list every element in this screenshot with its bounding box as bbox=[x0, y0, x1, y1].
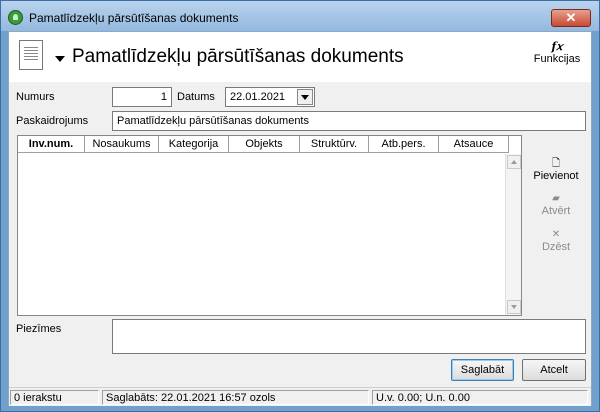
functions-button[interactable]: f𝑥 Funkcijas bbox=[527, 40, 587, 65]
column-header[interactable]: Atb.pers. bbox=[369, 136, 439, 153]
chevron-down-icon[interactable] bbox=[55, 56, 65, 62]
close-button[interactable]: ✕ bbox=[551, 9, 591, 27]
document-icon bbox=[19, 40, 43, 70]
document-header: Pamatlīdzekļu pārsūtīšanas dokuments f𝑥 … bbox=[9, 32, 591, 82]
folder-icon: ▰ bbox=[552, 193, 560, 204]
page-title: Pamatlīdzekļu pārsūtīšanas dokuments bbox=[72, 46, 404, 67]
cancel-button[interactable]: Atcelt bbox=[522, 359, 586, 381]
notes-field[interactable] bbox=[112, 319, 586, 354]
add-button[interactable]: 🗋 Pievienot bbox=[526, 158, 586, 182]
date-dropdown-button[interactable] bbox=[297, 89, 313, 105]
close-icon: ✕ bbox=[551, 229, 561, 240]
date-label: Datums bbox=[177, 91, 215, 103]
table-header: Inv.num. Nosaukums Kategorija Objekts St… bbox=[18, 136, 509, 153]
number-field[interactable]: 1 bbox=[112, 87, 172, 107]
application-window: Pamatlīdzekļu pārsūtīšanas dokuments ✕ P… bbox=[0, 0, 600, 412]
column-header[interactable]: Atsauce bbox=[439, 136, 509, 153]
record-count: 0 ierakstu bbox=[10, 390, 99, 405]
column-header[interactable]: Objekts bbox=[229, 136, 300, 153]
fx-icon: f𝑥 bbox=[551, 40, 563, 53]
notes-label: Piezīmes bbox=[16, 323, 62, 335]
column-header[interactable]: Struktūrv. bbox=[300, 136, 369, 153]
totals-info: U.v. 0.00; U.n. 0.00 bbox=[372, 390, 588, 405]
description-field[interactable]: Pamatlīdzekļu pārsūtīšanas dokuments bbox=[112, 111, 586, 131]
column-header[interactable]: Nosaukums bbox=[85, 136, 159, 153]
open-button[interactable]: ▰ Atvērt bbox=[526, 193, 586, 217]
scroll-up-button[interactable] bbox=[507, 155, 521, 169]
delete-label: Dzēst bbox=[541, 241, 571, 253]
document-icon: 🗋 bbox=[551, 158, 561, 169]
add-label: Pievienot bbox=[533, 170, 579, 182]
window-title: Pamatlīdzekļu pārsūtīšanas dokuments bbox=[29, 11, 239, 25]
app-icon bbox=[8, 10, 23, 25]
scroll-down-button[interactable] bbox=[507, 300, 521, 314]
title-bar[interactable]: Pamatlīdzekļu pārsūtīšanas dokuments ✕ bbox=[1, 1, 599, 31]
assets-table[interactable]: Inv.num. Nosaukums Kategorija Objekts St… bbox=[17, 135, 522, 316]
vertical-scrollbar[interactable] bbox=[505, 154, 521, 315]
delete-button[interactable]: ✕ Dzēst bbox=[526, 229, 586, 253]
status-bar: 0 ierakstu Saglabāts: 22.01.2021 16:57 o… bbox=[9, 387, 591, 406]
description-label: Paskaidrojums bbox=[16, 115, 89, 127]
dialog-client: Pamatlīdzekļu pārsūtīšanas dokuments f𝑥 … bbox=[8, 31, 592, 406]
column-header[interactable]: Inv.num. bbox=[18, 136, 85, 153]
number-label: Numurs bbox=[16, 91, 55, 103]
column-header[interactable]: Kategorija bbox=[159, 136, 229, 153]
save-button[interactable]: Saglabāt bbox=[451, 359, 514, 381]
date-field[interactable]: 22.01.2021 bbox=[225, 87, 315, 107]
saved-info: Saglabāts: 22.01.2021 16:57 ozols bbox=[102, 390, 369, 405]
date-value: 22.01.2021 bbox=[230, 91, 286, 103]
open-label: Atvērt bbox=[541, 205, 571, 217]
functions-label: Funkcijas bbox=[533, 53, 581, 65]
